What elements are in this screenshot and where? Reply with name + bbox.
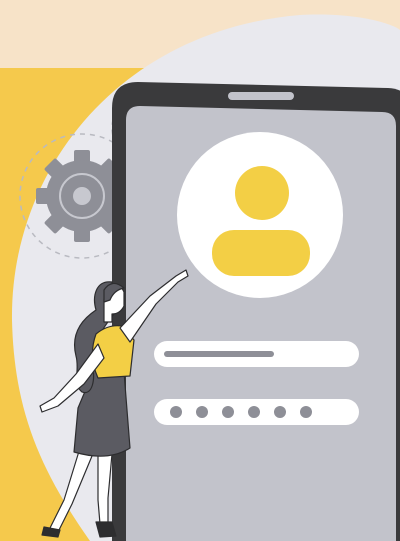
woman-shoe-front: [95, 521, 117, 538]
phone-speaker: [228, 92, 294, 100]
username-field-line: [164, 351, 274, 357]
phone: [112, 82, 400, 541]
login-illustration: [0, 0, 400, 541]
